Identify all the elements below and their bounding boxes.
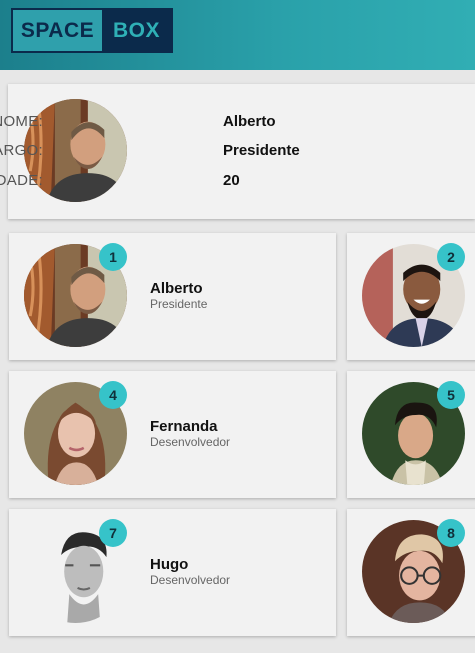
role-row: CARGO: Presidente <box>0 142 308 162</box>
member-number-badge: 5 <box>437 381 465 409</box>
name-label: NOME: <box>0 113 43 130</box>
member-detail-card: NOME: Alberto CARGO: Presidente IDADE: 2… <box>0 84 475 219</box>
name-row: NOME: Alberto <box>0 113 308 133</box>
age-row: IDADE: 20 <box>0 172 308 192</box>
member-card-7[interactable]: 7 Hugo Desenvolvedor <box>9 509 336 636</box>
member-number-badge: 2 <box>437 243 465 271</box>
member-card-4[interactable]: 4 Fernanda Desenvolvedor <box>9 371 336 498</box>
app-header: SPACE BOX <box>0 0 475 70</box>
member-card-2[interactable]: 2 <box>347 233 475 360</box>
age-label: IDADE: <box>0 172 43 189</box>
member-number-badge: 8 <box>437 519 465 547</box>
name-value: Alberto <box>223 113 276 130</box>
member-name: Hugo <box>150 556 189 573</box>
member-card-1[interactable]: 1 Alberto Presidente <box>9 233 336 360</box>
member-name: Alberto <box>150 280 203 297</box>
member-role: Desenvolvedor <box>150 435 231 449</box>
member-number-badge: 1 <box>99 243 127 271</box>
member-card-5[interactable]: 5 <box>347 371 475 498</box>
member-number-badge: 7 <box>99 519 127 547</box>
role-label: CARGO: <box>0 142 43 159</box>
role-value: Presidente <box>223 142 300 159</box>
member-role: Desenvolvedor <box>150 573 231 587</box>
member-card-8[interactable]: 8 <box>347 509 475 636</box>
logo-space-text: SPACE <box>13 10 102 51</box>
age-value: 20 <box>223 172 240 189</box>
logo-box-text: BOX <box>102 10 171 51</box>
member-name: Fernanda <box>150 418 218 435</box>
member-number-badge: 4 <box>99 381 127 409</box>
spacebox-logo[interactable]: SPACE BOX <box>11 8 173 53</box>
member-role: Presidente <box>150 297 208 311</box>
